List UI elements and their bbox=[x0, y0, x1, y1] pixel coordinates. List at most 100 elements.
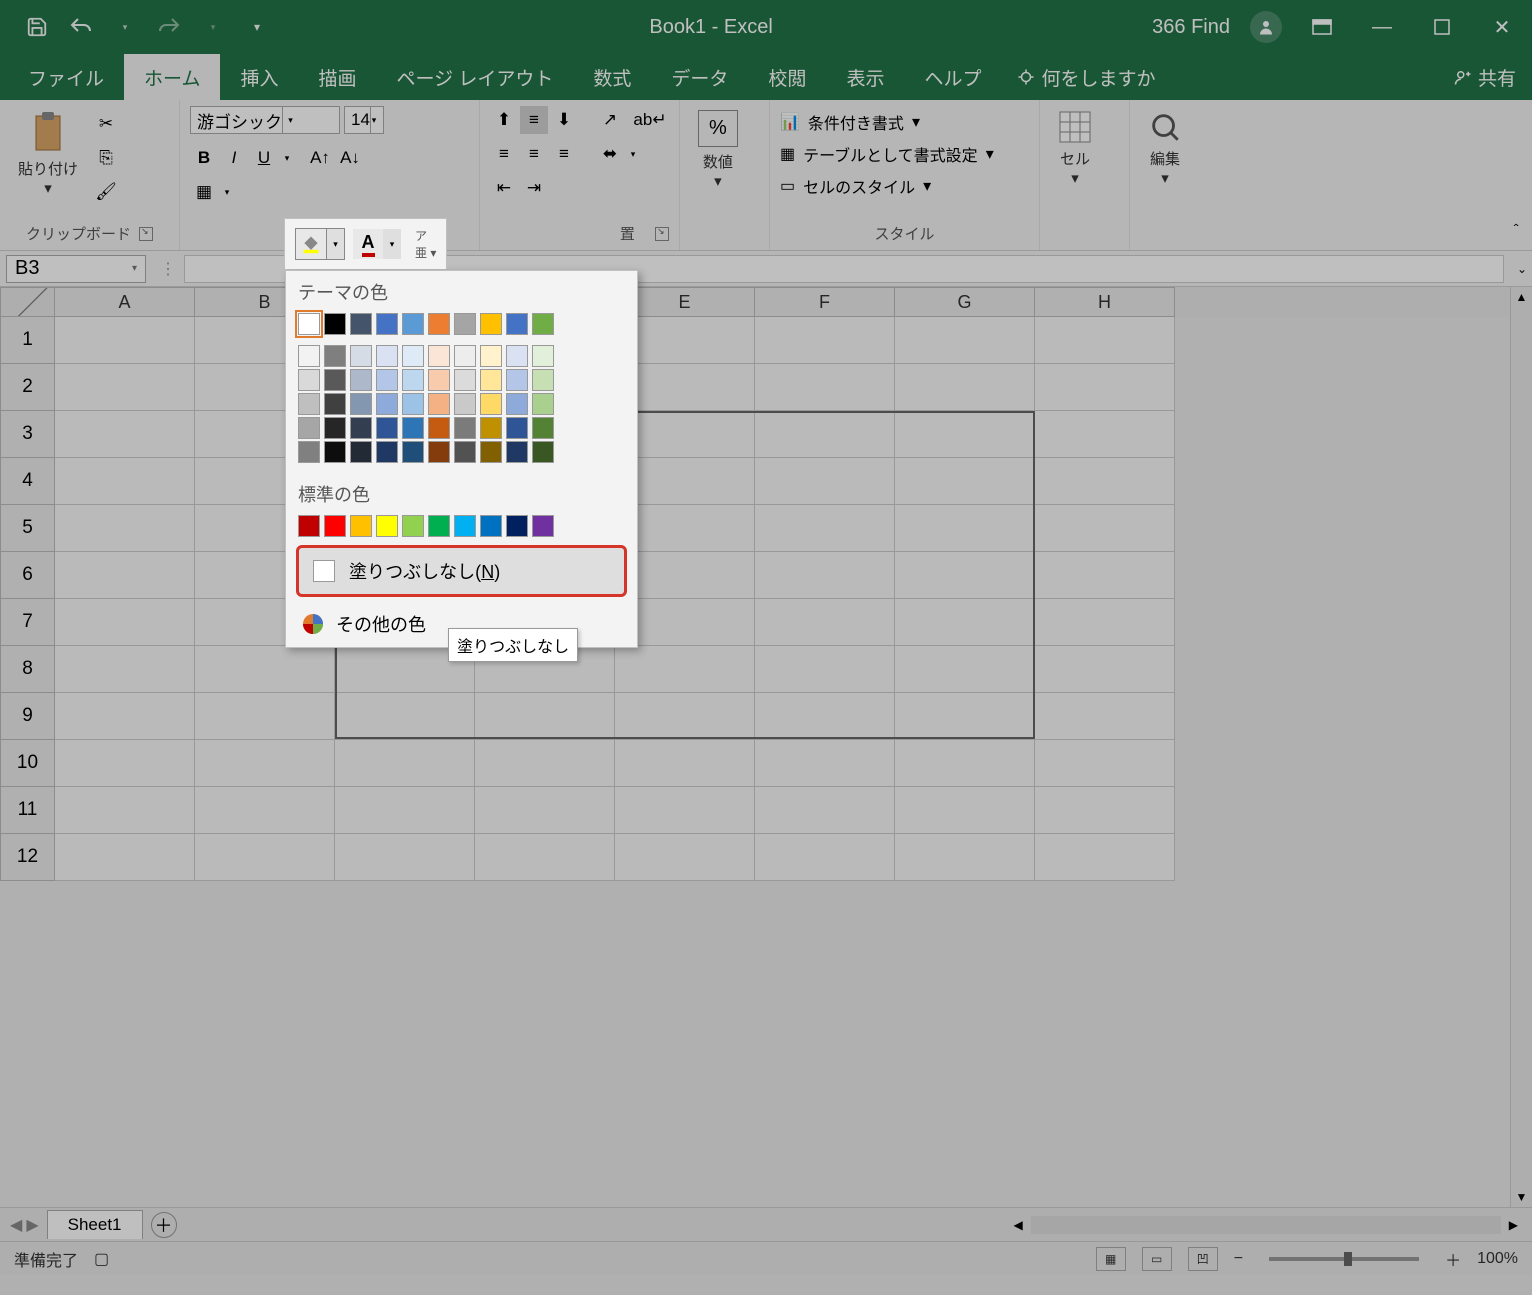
cell[interactable] bbox=[755, 317, 895, 364]
color-swatch[interactable] bbox=[506, 441, 528, 463]
cell[interactable] bbox=[1035, 505, 1175, 552]
cell[interactable] bbox=[615, 693, 755, 740]
color-swatch[interactable] bbox=[454, 417, 476, 439]
color-swatch[interactable] bbox=[298, 369, 320, 391]
cell[interactable] bbox=[195, 646, 335, 693]
cell[interactable] bbox=[1035, 646, 1175, 693]
cell[interactable] bbox=[1035, 552, 1175, 599]
row-header[interactable]: 11 bbox=[0, 787, 55, 834]
cell[interactable] bbox=[195, 834, 335, 881]
qat-customize-icon[interactable]: ▾ bbox=[244, 14, 270, 40]
row-header[interactable]: 9 bbox=[0, 693, 55, 740]
color-swatch[interactable] bbox=[324, 441, 346, 463]
cell[interactable] bbox=[335, 834, 475, 881]
color-swatch[interactable] bbox=[298, 313, 320, 335]
tab-page-layout[interactable]: ページ レイアウト bbox=[376, 54, 573, 100]
cell[interactable] bbox=[755, 364, 895, 411]
ribbon-options-icon[interactable] bbox=[1302, 7, 1342, 47]
cut-icon[interactable]: ✂ bbox=[92, 110, 120, 138]
cell[interactable] bbox=[55, 740, 195, 787]
find-label[interactable]: 366 Find bbox=[1152, 16, 1230, 39]
redo-dropdown-icon[interactable]: ▾ bbox=[200, 14, 226, 40]
bold-button[interactable]: B bbox=[190, 144, 218, 172]
add-sheet-button[interactable]: ＋ bbox=[151, 1212, 177, 1238]
cells-button[interactable]: セル▾ bbox=[1050, 106, 1100, 191]
color-swatch[interactable] bbox=[350, 393, 372, 415]
hscroll-right-icon[interactable]: ▶ bbox=[1505, 1218, 1522, 1232]
cell[interactable] bbox=[895, 646, 1035, 693]
color-swatch[interactable] bbox=[532, 441, 554, 463]
color-swatch[interactable] bbox=[506, 515, 528, 537]
color-swatch[interactable] bbox=[480, 369, 502, 391]
phonetic-button[interactable]: ア亜 ▾ bbox=[409, 227, 436, 261]
cell[interactable] bbox=[895, 693, 1035, 740]
color-swatch[interactable] bbox=[402, 417, 424, 439]
color-swatch[interactable] bbox=[428, 345, 450, 367]
cell[interactable] bbox=[755, 552, 895, 599]
cell[interactable] bbox=[1035, 411, 1175, 458]
view-normal-icon[interactable]: ▦ bbox=[1096, 1247, 1126, 1271]
align-middle-icon[interactable]: ≡ bbox=[520, 106, 548, 134]
color-swatch[interactable] bbox=[428, 515, 450, 537]
horizontal-scrollbar[interactable] bbox=[1031, 1216, 1501, 1234]
cell[interactable] bbox=[1035, 599, 1175, 646]
sheet-nav-next-icon[interactable]: ▶ bbox=[26, 1215, 38, 1235]
cell[interactable] bbox=[895, 505, 1035, 552]
tell-me[interactable]: 何をしますか bbox=[1001, 54, 1171, 100]
close-icon[interactable]: ✕ bbox=[1482, 7, 1522, 47]
borders-dropdown[interactable]: ▾ bbox=[220, 178, 234, 206]
cell[interactable] bbox=[895, 740, 1035, 787]
format-as-table-button[interactable]: ▦テーブルとして書式設定 ▾ bbox=[780, 142, 994, 166]
scroll-up-icon[interactable]: ▲ bbox=[1511, 287, 1532, 307]
cell[interactable] bbox=[335, 693, 475, 740]
color-swatch[interactable] bbox=[402, 393, 424, 415]
cell[interactable] bbox=[55, 552, 195, 599]
color-swatch[interactable] bbox=[324, 417, 346, 439]
cell[interactable] bbox=[755, 646, 895, 693]
cell[interactable] bbox=[615, 646, 755, 693]
view-page-break-icon[interactable]: 凹 bbox=[1188, 1247, 1218, 1271]
color-swatch[interactable] bbox=[376, 417, 398, 439]
undo-icon[interactable] bbox=[68, 14, 94, 40]
cell[interactable] bbox=[1035, 364, 1175, 411]
row-header[interactable]: 4 bbox=[0, 458, 55, 505]
color-swatch[interactable] bbox=[376, 441, 398, 463]
row-header[interactable]: 2 bbox=[0, 364, 55, 411]
merge-icon[interactable]: ⬌ bbox=[596, 140, 624, 168]
color-swatch[interactable] bbox=[454, 441, 476, 463]
cell[interactable] bbox=[895, 599, 1035, 646]
color-swatch[interactable] bbox=[532, 313, 554, 335]
color-swatch[interactable] bbox=[480, 393, 502, 415]
cell[interactable] bbox=[895, 552, 1035, 599]
editing-button[interactable]: 編集▾ bbox=[1140, 106, 1190, 191]
cell[interactable] bbox=[1035, 787, 1175, 834]
cell[interactable] bbox=[195, 693, 335, 740]
color-swatch[interactable] bbox=[506, 345, 528, 367]
cell[interactable] bbox=[195, 787, 335, 834]
color-swatch[interactable] bbox=[324, 393, 346, 415]
user-icon[interactable] bbox=[1250, 11, 1282, 43]
align-top-icon[interactable]: ⬆ bbox=[490, 106, 518, 134]
color-swatch[interactable] bbox=[324, 345, 346, 367]
row-header[interactable]: 12 bbox=[0, 834, 55, 881]
share-button[interactable]: 共有 bbox=[1438, 54, 1532, 100]
cell[interactable] bbox=[895, 458, 1035, 505]
cell[interactable] bbox=[1035, 740, 1175, 787]
cell[interactable] bbox=[615, 787, 755, 834]
color-swatch[interactable] bbox=[428, 441, 450, 463]
cell[interactable] bbox=[755, 740, 895, 787]
name-box[interactable]: B3▾ bbox=[6, 255, 146, 283]
color-swatch[interactable] bbox=[376, 515, 398, 537]
color-swatch[interactable] bbox=[532, 417, 554, 439]
hscroll-left-icon[interactable]: ◀ bbox=[1010, 1218, 1027, 1232]
color-swatch[interactable] bbox=[376, 393, 398, 415]
fill-color-button[interactable]: ▾ bbox=[295, 228, 345, 260]
row-header[interactable]: 8 bbox=[0, 646, 55, 693]
cell[interactable] bbox=[755, 599, 895, 646]
cell[interactable] bbox=[475, 834, 615, 881]
align-left-icon[interactable]: ≡ bbox=[490, 140, 518, 168]
cell-styles-button[interactable]: ▭セルのスタイル ▾ bbox=[780, 174, 931, 198]
cell[interactable] bbox=[55, 458, 195, 505]
zoom-in-icon[interactable]: ＋ bbox=[1445, 1247, 1461, 1271]
maximize-icon[interactable] bbox=[1422, 7, 1462, 47]
